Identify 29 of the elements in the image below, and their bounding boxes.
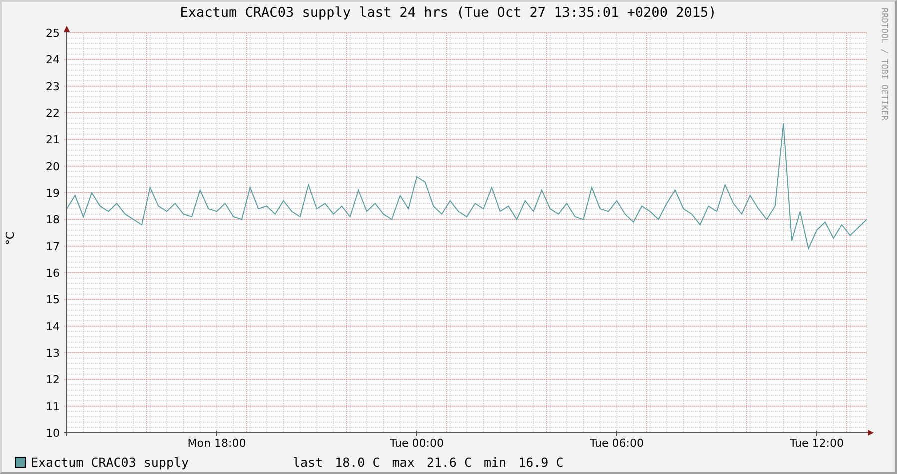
- tick-label: 13: [46, 347, 60, 360]
- tick-label: 21: [46, 134, 60, 147]
- stat-label: last: [293, 454, 324, 470]
- tick-label: 24: [46, 54, 60, 67]
- tick-label: 20: [46, 160, 60, 174]
- tick-label: 25: [46, 27, 60, 40]
- tick-label: 17: [46, 240, 60, 254]
- tick-label: Tue 00:00: [390, 437, 444, 450]
- stat-value: 21.6 C: [426, 454, 472, 470]
- stat-value: 16.9 C: [518, 454, 564, 470]
- tick-label: 10: [46, 427, 60, 440]
- tick-label: 18: [46, 214, 60, 227]
- tick-label: 15: [46, 294, 60, 307]
- axis-label: °C: [4, 231, 18, 245]
- legend-label: Exactum CRAC03 supply: [31, 454, 190, 470]
- tick-label: Tue 06:00: [590, 437, 644, 450]
- stat-label: max: [392, 454, 415, 470]
- tick-label: 11: [46, 400, 60, 414]
- tick-label: 22: [46, 107, 60, 120]
- stat-value: 18.0 C: [335, 454, 380, 470]
- tick-label: Tue 12:00: [790, 437, 844, 450]
- tick-label: 16: [46, 267, 60, 280]
- tick-label: Mon 18:00: [188, 437, 246, 450]
- tick-label: 19: [46, 187, 60, 200]
- tick-label: 23: [46, 80, 60, 94]
- stat-label: min: [484, 454, 507, 470]
- credit-text: RRDTOOL / TOBI OETIKER: [879, 8, 889, 121]
- tick-label: 14: [46, 320, 60, 334]
- tick-label: 12: [46, 374, 60, 387]
